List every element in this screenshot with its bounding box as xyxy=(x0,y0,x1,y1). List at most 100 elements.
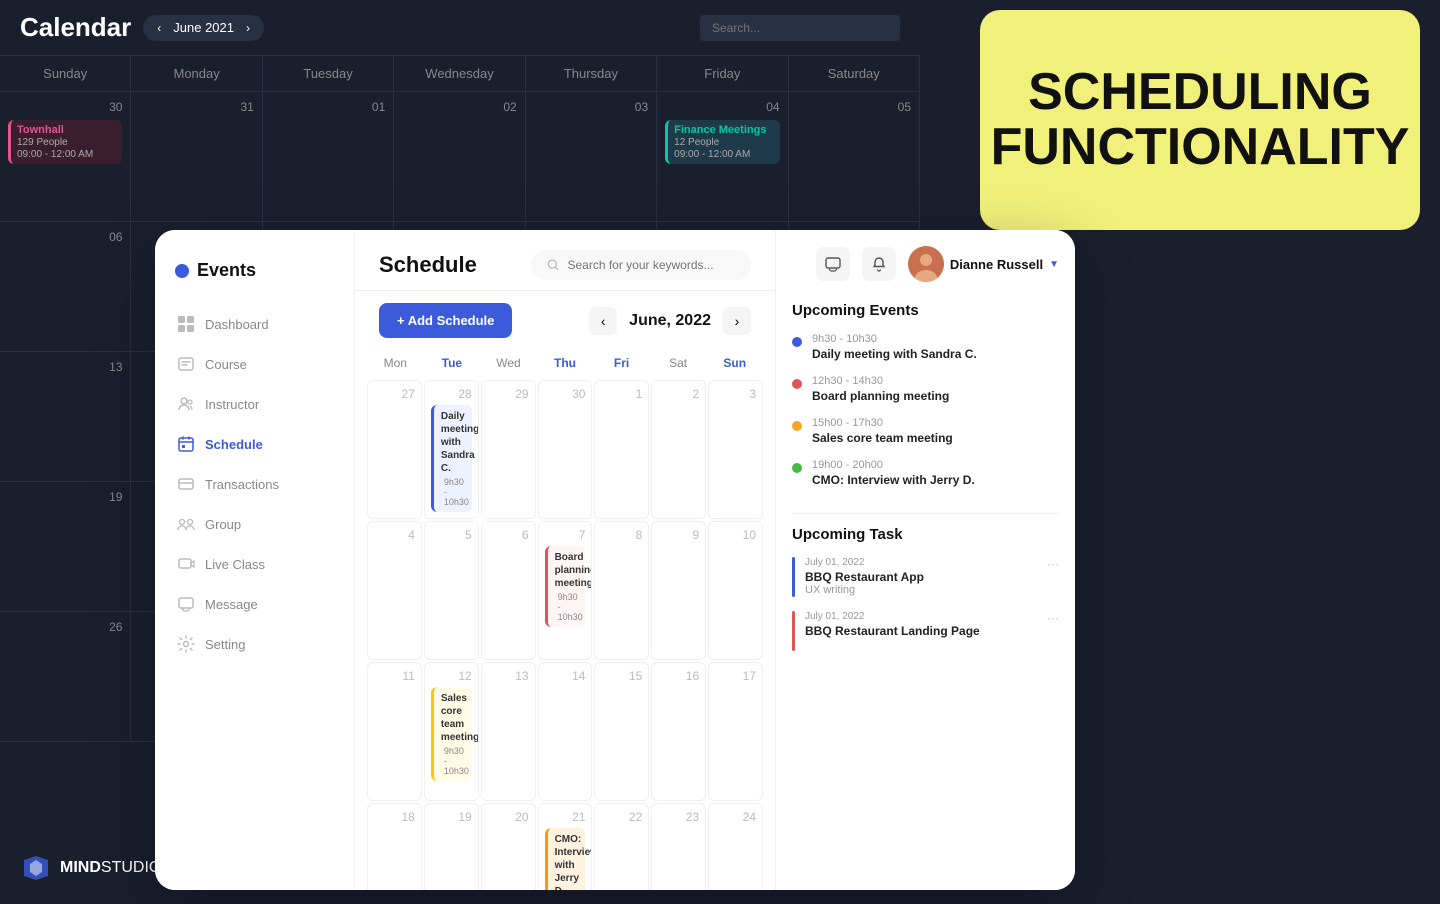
sidebar-item-instructor[interactable]: Instructor xyxy=(165,385,344,423)
setting-icon xyxy=(177,635,195,653)
cal-cell-22: 22 xyxy=(594,803,649,890)
cal-cell-3: 3 xyxy=(708,380,763,519)
dark-col-wed: Wednesday xyxy=(394,56,525,92)
dark-col-sat: Saturday xyxy=(789,56,920,92)
rp-header: Dianne Russell ▼ xyxy=(776,230,1075,290)
cal-cell-30: 30 xyxy=(538,380,593,519)
instructor-icon xyxy=(177,395,195,413)
wh-sat: Sat xyxy=(650,350,707,376)
event-sales-team[interactable]: Sales core team meeting 9h30 - 10h30 xyxy=(431,687,472,781)
event-board-planning[interactable]: Board planning meeting 9h30 - 10h30 xyxy=(545,546,586,627)
event-daily-meeting[interactable]: Daily meeting with Sandra C. 9h30 - 10h3… xyxy=(431,405,472,512)
cal-cell-4: 4 xyxy=(367,521,422,660)
chat-button[interactable] xyxy=(816,247,850,281)
dark-col-mon: Monday xyxy=(131,56,262,92)
event-cmo-interview[interactable]: CMO: Interview with Jerry D. 9h30 - 10h3… xyxy=(545,828,586,890)
dark-day-05: 05 xyxy=(789,92,920,222)
cal-cell-1-fri: 1 xyxy=(594,380,649,519)
main-content: Schedule + Add Schedule ‹ June, 2022 › M… xyxy=(355,230,775,890)
sidebar-item-dashboard[interactable]: Dashboard xyxy=(165,305,344,343)
rp-username: Dianne Russell xyxy=(950,257,1043,272)
task-item-2: July 01, 2022 BBQ Restaurant Landing Pag… xyxy=(792,611,1059,651)
sidebar-item-schedule[interactable]: Schedule xyxy=(165,425,344,463)
user-dropdown-icon[interactable]: ▼ xyxy=(1049,259,1059,270)
task-bar-1 xyxy=(792,557,795,597)
cal-cell-15: 15 xyxy=(594,662,649,801)
cal-grid: Mon Tue Wed Thu Fri Sat Sun 27 28 Daily … xyxy=(355,350,775,890)
sidebar-label-group: Group xyxy=(205,517,241,532)
sidebar-item-transactions[interactable]: Transactions xyxy=(165,465,344,503)
dark-col-fri: Friday xyxy=(657,56,788,92)
cal-nav-row: + Add Schedule ‹ June, 2022 › xyxy=(355,291,775,350)
group-icon xyxy=(177,515,195,533)
upcoming-events-section: Upcoming Events 9h30 - 10h30 Daily meeti… xyxy=(776,290,1075,513)
bell-icon xyxy=(871,256,887,272)
event-time-2: 12h30 - 14h30 xyxy=(812,375,949,387)
cal-cell-5: 5 xyxy=(424,521,479,660)
wh-fri: Fri xyxy=(593,350,650,376)
sidebar-label-dashboard: Dashboard xyxy=(205,317,269,332)
rp-user-info[interactable]: Dianne Russell ▼ xyxy=(908,246,1059,282)
task-item-1: July 01, 2022 BBQ Restaurant App UX writ… xyxy=(792,557,1059,597)
dark-cal-prev-btn[interactable]: ‹ xyxy=(153,19,165,37)
mindstudios-logo: MINDSTUDIOS xyxy=(20,852,172,884)
dark-cal-search[interactable] xyxy=(700,15,900,41)
dark-cal-nav[interactable]: ‹ June 2021 › xyxy=(143,15,264,41)
right-panel: Dianne Russell ▼ Upcoming Events 9h30 - … xyxy=(775,230,1075,890)
sidebar-brand-dot xyxy=(175,264,189,278)
cal-cell-18: 18 xyxy=(367,803,422,890)
event-title-1: Daily meeting with Sandra C. xyxy=(812,347,977,361)
dark-col-sun: Sunday xyxy=(0,56,131,92)
cal-cell-7: 7 Board planning meeting 9h30 - 10h30 xyxy=(538,521,593,660)
search-bar[interactable] xyxy=(531,250,751,280)
sidebar-brand: Events xyxy=(155,260,354,305)
sidebar-item-setting[interactable]: Setting xyxy=(165,625,344,663)
cal-cell-8: 8 xyxy=(594,521,649,660)
transactions-icon xyxy=(177,475,195,493)
next-month-button[interactable]: › xyxy=(723,307,751,335)
event-title-4: CMO: Interview with Jerry D. xyxy=(812,473,975,487)
sidebar-label-schedule: Schedule xyxy=(205,437,263,452)
event-item-1: 9h30 - 10h30 Daily meeting with Sandra C… xyxy=(792,333,1059,361)
event-item-4: 19h00 - 20h00 CMO: Interview with Jerry … xyxy=(792,459,1059,487)
dark-day-04: 04Finance Meetings12 People09:00 - 12:00… xyxy=(657,92,788,222)
sidebar-item-message[interactable]: Message xyxy=(165,585,344,623)
cal-cell-29: 29 xyxy=(481,380,536,519)
task-more-1[interactable]: ··· xyxy=(1047,557,1059,571)
sidebar-label-course: Course xyxy=(205,357,247,372)
cal-cell-13: 13 xyxy=(481,662,536,801)
cal-cell-17: 17 xyxy=(708,662,763,801)
bell-button[interactable] xyxy=(862,247,896,281)
cal-cell-16: 16 xyxy=(651,662,706,801)
chat-icon xyxy=(825,256,841,272)
prev-month-button[interactable]: ‹ xyxy=(589,307,617,335)
search-input[interactable] xyxy=(567,258,735,272)
cal-cell-10: 10 xyxy=(708,521,763,660)
dark-day-06: 06 xyxy=(0,222,131,352)
dark-col-tue: Tuesday xyxy=(263,56,394,92)
task-more-2[interactable]: ··· xyxy=(1047,611,1059,625)
dark-cal-next-btn[interactable]: › xyxy=(242,19,254,37)
task-bar-2 xyxy=(792,611,795,651)
cal-cell-6: 6 xyxy=(481,521,536,660)
dark-day-19: 19 xyxy=(0,482,131,612)
sidebar-item-liveclass[interactable]: Live Class xyxy=(165,545,344,583)
dark-cal-title: Calendar xyxy=(20,12,131,43)
cal-cell-19: 19 xyxy=(424,803,479,890)
add-schedule-button[interactable]: + Add Schedule xyxy=(379,303,512,338)
month-nav: ‹ June, 2022 › xyxy=(589,307,751,335)
sidebar-item-course[interactable]: Course xyxy=(165,345,344,383)
cal-cell-9: 9 xyxy=(651,521,706,660)
dark-day-13: 13 xyxy=(0,352,131,482)
cal-cell-2: 2 xyxy=(651,380,706,519)
message-icon xyxy=(177,595,195,613)
search-icon xyxy=(547,258,559,272)
task-date-2: July 01, 2022 xyxy=(805,611,980,622)
event-time-4: 19h00 - 20h00 xyxy=(812,459,975,471)
sidebar-item-group[interactable]: Group xyxy=(165,505,344,543)
sidebar-brand-name: Events xyxy=(197,260,256,281)
dark-day-01: 01 xyxy=(263,92,394,222)
sidebar-label-message: Message xyxy=(205,597,258,612)
dark-day-26: 26 xyxy=(0,612,131,742)
cal-cell-24: 24 xyxy=(708,803,763,890)
